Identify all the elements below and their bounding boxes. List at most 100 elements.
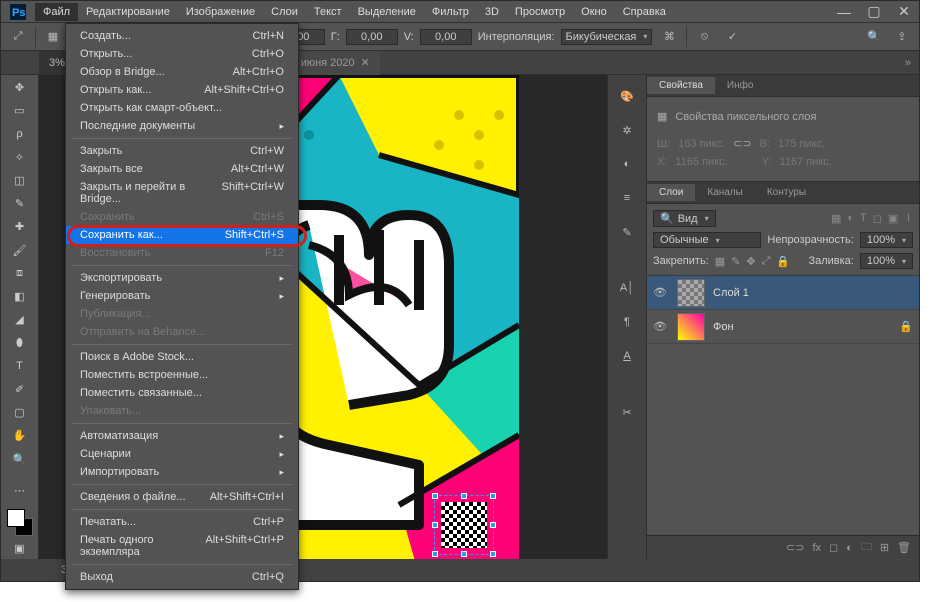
- fill-field[interactable]: 100%: [860, 253, 913, 269]
- menu-layers[interactable]: Слои: [263, 3, 306, 21]
- layer-row[interactable]: 👁 Слой 1: [647, 276, 919, 310]
- lock-artboard-icon[interactable]: ⤢: [762, 255, 771, 268]
- layer-fx-icon[interactable]: fx: [812, 542, 821, 554]
- menu-select[interactable]: Выделение: [350, 3, 424, 21]
- pen-tool[interactable]: ✐: [7, 379, 33, 400]
- transform-tool-icon[interactable]: ⤢: [7, 26, 29, 48]
- zoom-tool[interactable]: 🔍: [7, 449, 33, 470]
- close-tab-icon[interactable]: ✕: [361, 56, 370, 69]
- search-icon[interactable]: 🔍: [863, 26, 885, 48]
- eyedropper-tool[interactable]: ✎: [7, 193, 33, 214]
- filter-pixel-icon[interactable]: ▦: [831, 212, 841, 225]
- move-tool[interactable]: ✥: [7, 77, 33, 98]
- adjustments-panel-icon[interactable]: ◐: [616, 153, 638, 175]
- tab-overflow-icon[interactable]: »: [905, 57, 919, 69]
- menu-window[interactable]: Окно: [573, 3, 615, 21]
- menu-filter[interactable]: Фильтр: [424, 3, 477, 21]
- cancel-transform-icon[interactable]: ⦸: [693, 26, 715, 48]
- visibility-icon[interactable]: 👁: [653, 286, 669, 299]
- lock-position-icon[interactable]: ✥: [746, 255, 755, 268]
- layer-filter-select[interactable]: 🔍Вид: [653, 210, 716, 227]
- dodge-tool[interactable]: ⬮: [7, 332, 33, 353]
- filter-text-icon[interactable]: T: [860, 212, 867, 225]
- menuitem-поиск-в-adobe-stock-[interactable]: Поиск в Adobe Stock...: [66, 348, 298, 366]
- menu-file[interactable]: Файл: [35, 3, 78, 21]
- menu-help[interactable]: Справка: [615, 3, 674, 21]
- wand-tool[interactable]: ✧: [7, 147, 33, 168]
- opacity-field[interactable]: 100%: [860, 232, 913, 248]
- quickmask-icon[interactable]: ▣: [7, 538, 33, 559]
- menu-image[interactable]: Изображение: [178, 3, 263, 21]
- menuitem-импортировать[interactable]: Импортировать: [66, 463, 298, 481]
- eraser-tool[interactable]: ◧: [7, 286, 33, 307]
- character-panel-icon[interactable]: A│: [616, 277, 638, 299]
- skew-h-field[interactable]: 0,00: [346, 29, 398, 45]
- tab-properties[interactable]: Свойства: [647, 77, 715, 94]
- text-tool[interactable]: T: [7, 356, 33, 377]
- menuitem-выход[interactable]: ВыходCtrl+Q: [66, 568, 298, 586]
- navigator-panel-icon[interactable]: ✲: [616, 119, 638, 141]
- menubar[interactable]: Файл Редактирование Изображение Слои Тек…: [35, 3, 674, 21]
- menuitem-открыть-как-[interactable]: Открыть как...Alt+Shift+Ctrl+O: [66, 81, 298, 99]
- menuitem-закрыть-все[interactable]: Закрыть всеAlt+Ctrl+W: [66, 160, 298, 178]
- lock-paint-icon[interactable]: ✎: [731, 255, 740, 268]
- menuitem-автоматизация[interactable]: Автоматизация: [66, 427, 298, 445]
- adjustment-layer-icon[interactable]: ◐: [846, 542, 853, 554]
- menuitem-поместить-встроенные-[interactable]: Поместить встроенные...: [66, 366, 298, 384]
- tab-layers[interactable]: Слои: [647, 184, 695, 201]
- menuitem-сведения-о-файле-[interactable]: Сведения о файле...Alt+Shift+Ctrl+I: [66, 488, 298, 506]
- crop-tool[interactable]: ◫: [7, 170, 33, 191]
- menuitem-печать-одного-экземпляра[interactable]: Печать одного экземпляраAlt+Shift+Ctrl+P: [66, 531, 298, 561]
- lasso-tool[interactable]: ρ: [7, 123, 33, 144]
- menuitem-создать-[interactable]: Создать...Ctrl+N: [66, 27, 298, 45]
- filter-smart-icon[interactable]: ▣: [888, 212, 898, 225]
- reference-grid-icon[interactable]: ▦: [42, 26, 64, 48]
- group-icon[interactable]: 🗀: [861, 538, 872, 557]
- menuitem-генерировать[interactable]: Генерировать: [66, 287, 298, 305]
- tab-channels[interactable]: Каналы: [695, 184, 755, 201]
- brush-tool[interactable]: 🖌: [7, 240, 33, 261]
- menuitem-поместить-связанные-[interactable]: Поместить связанные...: [66, 384, 298, 402]
- menuitem-печатать-[interactable]: Печатать...Ctrl+P: [66, 513, 298, 531]
- delete-layer-icon[interactable]: 🗑: [897, 541, 911, 554]
- layer-row[interactable]: 👁 Фон 🔒: [647, 310, 919, 344]
- lock-pixels-icon[interactable]: ▦: [715, 255, 725, 268]
- menuitem-закрыть[interactable]: ЗакрытьCtrl+W: [66, 142, 298, 160]
- close-button[interactable]: ✕: [889, 1, 919, 23]
- filter-toggle[interactable]: ⏽: [904, 212, 913, 225]
- menu-edit[interactable]: Редактирование: [78, 3, 178, 21]
- tab-info[interactable]: Инфо: [715, 77, 766, 94]
- glyph-panel-icon[interactable]: A: [616, 345, 638, 367]
- menuitem-экспортировать[interactable]: Экспортировать: [66, 269, 298, 287]
- menu-3d[interactable]: 3D: [477, 3, 507, 21]
- menu-view[interactable]: Просмотр: [507, 3, 573, 21]
- transform-selection[interactable]: [434, 495, 494, 555]
- color-swatches[interactable]: [7, 509, 33, 536]
- brushes-panel-icon[interactable]: ✎: [616, 221, 638, 243]
- link-icon[interactable]: ⊂⊃: [733, 137, 751, 150]
- file-menu-dropdown[interactable]: Создать...Ctrl+NОткрыть...Ctrl+OОбзор в …: [65, 23, 299, 590]
- gradient-tool[interactable]: ◢: [7, 309, 33, 330]
- more-tools[interactable]: ⋯: [7, 480, 33, 501]
- menuitem-закрыть-и-перейти-в-bridge-[interactable]: Закрыть и перейти в Bridge...Shift+Ctrl+…: [66, 178, 298, 208]
- warp-icon[interactable]: ⌘: [658, 26, 680, 48]
- visibility-icon[interactable]: 👁: [653, 320, 669, 333]
- skew-v-field[interactable]: 0,00: [420, 29, 472, 45]
- tab-paths[interactable]: Контуры: [755, 184, 818, 201]
- filter-shape-icon[interactable]: ◻: [873, 212, 882, 225]
- heal-tool[interactable]: ✚: [7, 216, 33, 237]
- filter-adjust-icon[interactable]: ◐: [847, 212, 854, 225]
- menuitem-публикация-[interactable]: Публикация...: [66, 305, 298, 323]
- menu-text[interactable]: Текст: [306, 3, 350, 21]
- menuitem-сценарии[interactable]: Сценарии: [66, 445, 298, 463]
- lock-all-icon[interactable]: 🔒: [776, 255, 790, 268]
- paragraph-panel-icon[interactable]: ¶: [616, 311, 638, 333]
- minimize-button[interactable]: —: [829, 1, 859, 23]
- menuitem-восстановить[interactable]: ВосстановитьF12: [66, 244, 298, 262]
- hand-tool[interactable]: ✋: [7, 425, 33, 446]
- menuitem-открыть-[interactable]: Открыть...Ctrl+O: [66, 45, 298, 63]
- interpolation-select[interactable]: Бикубическая: [561, 29, 653, 45]
- menuitem-сохранить[interactable]: СохранитьCtrl+S: [66, 208, 298, 226]
- menuitem-последние-документы[interactable]: Последние документы: [66, 117, 298, 135]
- menuitem-отправить-на-behance-[interactable]: Отправить на Behance...: [66, 323, 298, 341]
